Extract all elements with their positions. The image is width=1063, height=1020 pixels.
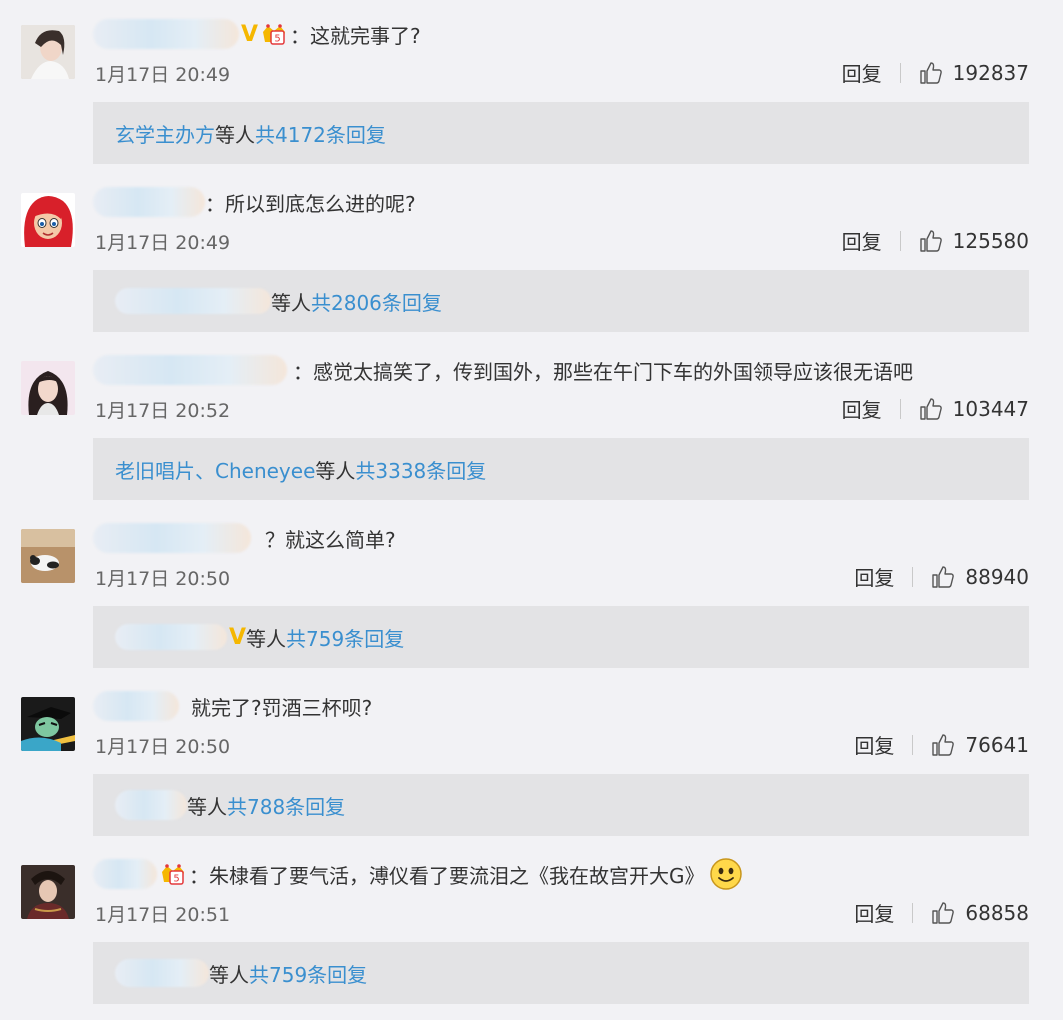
sub-reply-total[interactable]: 共788条回复 xyxy=(227,791,345,820)
sub-replies[interactable]: 等人 共759条回复 xyxy=(93,942,1029,1004)
sub-replies[interactable]: 老旧唱片、Cheneyee 等人 共3338条回复 xyxy=(93,438,1029,500)
sub-reply-names-blurred[interactable] xyxy=(115,790,187,820)
like-count: 88940 xyxy=(965,564,1029,589)
comment-actions: 回复 88940 xyxy=(854,562,1029,591)
like-count: 76641 xyxy=(965,732,1029,757)
comment-text: ：朱棣看了要气活，溥仪看了要流泪之《我在故宫开大G》 xyxy=(189,863,705,888)
like-icon[interactable] xyxy=(931,565,955,589)
divider xyxy=(912,734,914,755)
comment-text: 就完了?罚酒三杯呗? xyxy=(191,695,373,720)
comment-text: ：这就完事了? xyxy=(290,23,421,48)
comment-item: ：感觉太搞笑了，传到国外，那些在午门下车的外国领导应该很无语吧 1月17日 20… xyxy=(0,336,1063,504)
like-icon[interactable] xyxy=(919,229,943,253)
timestamp: 1月17日 20:49 xyxy=(95,232,231,254)
like-count: 68858 xyxy=(965,900,1029,925)
reply-button[interactable]: 回复 xyxy=(854,730,894,759)
avatar[interactable] xyxy=(21,25,75,79)
username-blurred[interactable] xyxy=(93,859,157,889)
username-blurred[interactable] xyxy=(93,691,179,721)
divider xyxy=(912,902,914,923)
comment-header: ：感觉太搞笑了，传到国外，那些在午门下车的外国领导应该很无语吧 xyxy=(93,354,913,386)
timestamp: 1月17日 20:52 xyxy=(95,400,231,422)
sub-reply-total[interactable]: 共759条回复 xyxy=(249,959,367,988)
like-count: 192837 xyxy=(952,60,1029,85)
avatar[interactable] xyxy=(21,193,75,247)
comment-actions: 回复 125580 xyxy=(842,226,1029,255)
comment-actions: 回复 76641 xyxy=(854,730,1029,759)
comment-header: 5 ：朱棣看了要气活，溥仪看了要流泪之《我在故宫开大G》 xyxy=(93,858,743,890)
like-icon[interactable] xyxy=(931,733,955,757)
like-icon[interactable] xyxy=(919,397,943,421)
vip-badge: V xyxy=(241,21,259,47)
smile-icon xyxy=(709,858,742,890)
comment-item: 5 ：朱棣看了要气活，溥仪看了要流泪之《我在故宫开大G》 1月17日 20:51… xyxy=(0,840,1063,1008)
sub-reply-names[interactable]: 玄学主办方 xyxy=(115,119,215,148)
sub-reply-total[interactable]: 共3338条回复 xyxy=(355,455,486,484)
comment-header: 就完了?罚酒三杯呗? xyxy=(93,690,372,722)
reply-button[interactable]: 回复 xyxy=(842,58,882,87)
sub-reply-etc: 等人 xyxy=(315,458,356,483)
comment-item: ？就这么简单? 1月17日 20:50 回复 88940 V 等人 共759条回… xyxy=(0,504,1063,672)
sub-reply-etc: 等人 xyxy=(246,626,287,651)
reply-button[interactable]: 回复 xyxy=(842,394,882,423)
like-icon[interactable] xyxy=(919,61,943,85)
avatar[interactable] xyxy=(21,697,75,751)
timestamp: 1月17日 20:51 xyxy=(95,904,231,926)
comment-actions: 回复 192837 xyxy=(842,58,1029,87)
like-count: 125580 xyxy=(952,228,1029,253)
comment-header: ：所以到底怎么进的呢? xyxy=(93,186,416,218)
comment-text: ？就这么简单? xyxy=(265,527,396,552)
avatar[interactable] xyxy=(21,361,75,415)
sub-reply-names-blurred[interactable] xyxy=(115,624,227,650)
sub-replies[interactable]: 等人 共788条回复 xyxy=(93,774,1029,836)
like-icon[interactable] xyxy=(931,901,955,925)
sub-reply-etc: 等人 xyxy=(271,290,311,315)
timestamp: 1月17日 20:50 xyxy=(95,736,231,758)
sub-reply-total[interactable]: 共2806条回复 xyxy=(311,287,442,316)
crown-icon: 5 xyxy=(263,24,286,45)
avatar[interactable] xyxy=(21,529,75,583)
comment-item: ：所以到底怎么进的呢? 1月17日 20:49 回复 125580 等人 共28… xyxy=(0,168,1063,336)
reply-button[interactable]: 回复 xyxy=(854,898,894,927)
sub-reply-names[interactable]: 老旧唱片、Cheneyee xyxy=(115,455,315,484)
sub-reply-names-blurred[interactable] xyxy=(115,959,209,987)
sub-reply-names-blurred[interactable] xyxy=(115,288,271,314)
svg-text:5: 5 xyxy=(274,34,280,45)
reply-button[interactable]: 回复 xyxy=(842,226,882,255)
vip-badge: V xyxy=(229,624,247,650)
comment-item: V 5 ：这就完事了? 1月17日 20:49 回复 192837 玄学主办方 … xyxy=(0,0,1063,168)
comment-header: V 5 ：这就完事了? xyxy=(93,18,421,50)
comment-item: 就完了?罚酒三杯呗? 1月17日 20:50 回复 76641 等人 共788条… xyxy=(0,672,1063,840)
like-count: 103447 xyxy=(952,396,1029,421)
sub-reply-etc: 等人 xyxy=(215,122,255,147)
comment-actions: 回复 103447 xyxy=(842,394,1029,423)
sub-reply-total[interactable]: 共759条回复 xyxy=(286,623,404,652)
comment-header: ？就这么简单? xyxy=(93,522,396,554)
divider xyxy=(899,398,901,419)
username-blurred[interactable] xyxy=(93,355,287,385)
divider xyxy=(899,62,901,83)
svg-text:5: 5 xyxy=(173,874,179,885)
reply-button[interactable]: 回复 xyxy=(854,562,894,591)
comment-list: V 5 ：这就完事了? 1月17日 20:49 回复 192837 玄学主办方 … xyxy=(0,0,1063,1020)
avatar[interactable] xyxy=(21,865,75,919)
timestamp: 1月17日 20:50 xyxy=(95,568,231,590)
divider xyxy=(912,566,914,587)
sub-replies[interactable]: 玄学主办方 等人 共4172条回复 xyxy=(93,102,1029,164)
username-blurred[interactable] xyxy=(93,523,251,553)
sub-replies[interactable]: V 等人 共759条回复 xyxy=(93,606,1029,668)
crown-icon: 5 xyxy=(162,864,184,885)
sub-reply-total[interactable]: 共4172条回复 xyxy=(255,119,386,148)
comment-text: ：所以到底怎么进的呢? xyxy=(205,191,416,216)
timestamp: 1月17日 20:49 xyxy=(95,64,231,86)
username-blurred[interactable] xyxy=(93,187,205,217)
comment-text: ：感觉太搞笑了，传到国外，那些在午门下车的外国领导应该很无语吧 xyxy=(293,359,913,384)
sub-replies[interactable]: 等人 共2806条回复 xyxy=(93,270,1029,332)
divider xyxy=(899,230,901,251)
comment-actions: 回复 68858 xyxy=(854,898,1029,927)
sub-reply-etc: 等人 xyxy=(209,962,249,987)
sub-reply-etc: 等人 xyxy=(187,794,227,819)
username-blurred[interactable] xyxy=(93,19,239,49)
